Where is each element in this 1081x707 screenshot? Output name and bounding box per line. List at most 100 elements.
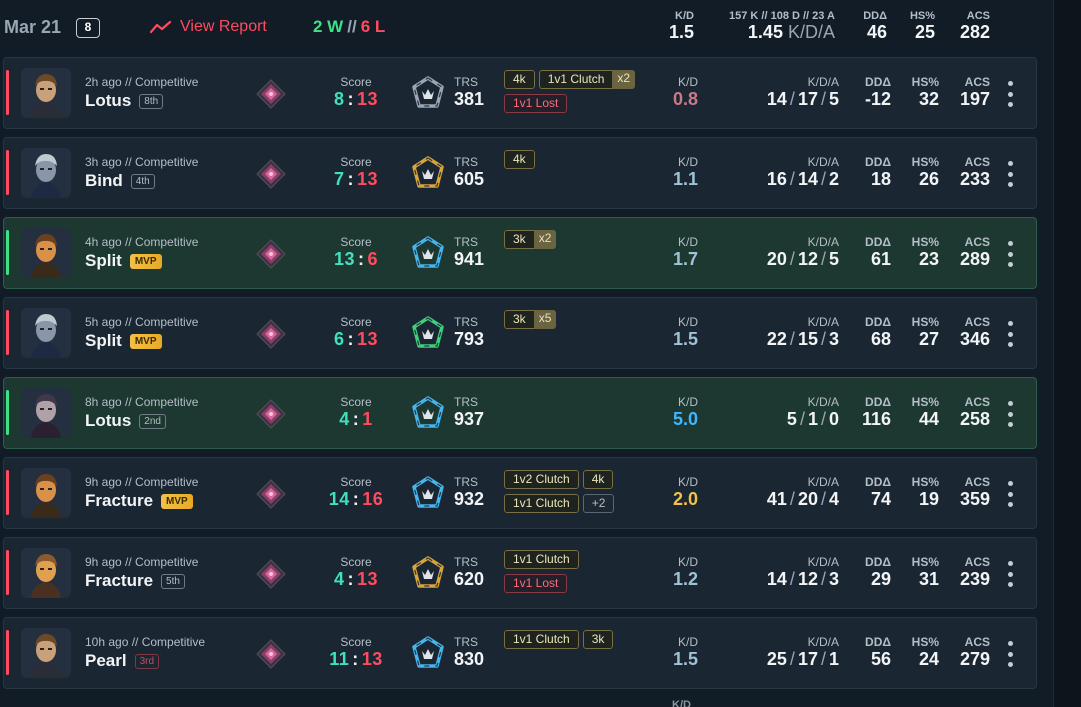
score-separator: : [358,249,365,269]
dd-stat: DDΔ -12 [854,75,891,110]
match-time: 10h ago // Competitive [85,635,206,649]
more-badges-button[interactable]: +2 [582,494,615,513]
day-dd-stat: DDΔ 46 [855,10,887,43]
dot [1007,641,1013,646]
agent-portrait [21,228,71,278]
agent-portrait [21,68,71,118]
hs-value: 27 [918,329,939,349]
dot [1007,91,1013,97]
more-options-icon[interactable] [1006,401,1014,427]
peek-kd-label: K/D [672,699,691,707]
kd-value: 1.2 [672,569,698,589]
trs-label: TRS [454,155,478,169]
match-row[interactable]: 3h ago // Competitive Bind 4th Score 7:13 T… [3,137,1037,209]
team-score: 4 [339,409,350,429]
agent-portrait [21,388,71,438]
badge-text: 4k [582,470,614,489]
day-kd-value: 1.5 [668,22,694,42]
kda-label: K/D/A [807,155,839,169]
more-options-icon[interactable] [1006,241,1014,267]
hs-stat: HS% 31 [904,555,939,590]
kda-separator: / [820,409,826,429]
score-label: Score [340,235,372,249]
acs-label: ACS [964,395,990,409]
badge-row: 3k x5 [504,310,654,329]
match-row[interactable]: 5h ago // Competitive Split MVP Score 6:13 … [3,297,1037,369]
day-kda-value: 1.45 [747,22,783,42]
match-score: Score 13:6 [314,235,398,270]
hs-label: HS% [911,635,939,649]
next-day-header-peek: K/D [0,697,1040,707]
trs-tier-icon [411,636,445,670]
trs-tier-icon [411,396,445,430]
agent-portrait [21,628,71,678]
enemy-score: 6 [367,249,379,269]
more-options-icon[interactable] [1006,81,1014,107]
dd-value: 61 [870,249,891,269]
placement-badge: 8th [139,93,164,109]
more-options-icon[interactable] [1006,561,1014,587]
match-row[interactable]: 9h ago // Competitive Fracture MVP Score 14… [3,457,1037,529]
deaths-value: 1 [807,409,818,429]
score-label: Score [340,475,372,489]
match-row[interactable]: 10h ago // Competitive Pearl 3rd Score 11:1… [3,617,1037,689]
score-label: Score [340,75,372,89]
kd-label: K/D [677,475,698,489]
dot [1007,102,1013,107]
kda-label: K/D/A [807,75,839,89]
result-indicator [6,310,9,355]
trs-stat: TRS 932 [454,475,484,510]
score-separator: : [347,569,354,589]
match-score: Score 4:13 [314,555,398,590]
kda-stat: K/D/A 16/14/2 [719,155,839,190]
match-row[interactable]: 9h ago // Competitive Fracture 5th Score 4:… [3,537,1037,609]
highlight-badge: 1v1 Clutch [504,550,579,569]
trs-tier-icon [411,556,445,590]
more-options-icon[interactable] [1006,161,1014,187]
map-name: Fracture 5th [85,571,185,591]
team-score: 7 [333,169,345,189]
more-options-icon[interactable] [1006,641,1014,667]
trs-value: 941 [454,249,485,269]
result-indicator [6,630,9,675]
kd-label: K/D [677,75,698,89]
kda-label: K/D/A [807,555,839,569]
dd-stat: DDΔ 68 [854,315,891,350]
kills-value: 41 [766,489,787,509]
score-label: Score [340,315,372,329]
placement-badge: 2nd [139,413,166,429]
match-score: Score 7:13 [314,155,398,190]
hs-value: 26 [918,169,939,189]
hs-stat: HS% 19 [904,475,939,510]
hs-stat: HS% 24 [904,635,939,670]
kills-value: 25 [766,649,787,669]
scrollbar-track[interactable] [1054,0,1081,707]
dd-label: DDΔ [865,155,891,169]
dot [1007,662,1013,667]
agent-portrait [21,308,71,358]
dot [1007,491,1013,497]
result-indicator [6,390,9,435]
highlight-badges: 1v1 Clutch 3k [504,630,654,654]
kda-value: 16/14/2 [719,169,839,190]
more-options-icon[interactable] [1006,481,1014,507]
rank-icon [256,479,286,509]
match-row[interactable]: 4h ago // Competitive Split MVP Score 13:6 … [3,217,1037,289]
hs-stat: HS% 27 [904,315,939,350]
acs-label: ACS [964,315,990,329]
hs-stat: HS% 23 [904,235,939,270]
match-row[interactable]: 2h ago // Competitive Lotus 8th Score 8:13 … [3,57,1037,129]
view-report-link[interactable]: View Report [150,18,267,36]
rank-icon [256,239,286,269]
more-options-icon[interactable] [1006,321,1014,347]
team-score: 6 [333,329,345,349]
kda-separator: / [820,249,826,269]
trs-value: 605 [454,169,485,189]
mvp-badge: MVP [129,253,162,269]
match-row[interactable]: 8h ago // Competitive Lotus 2nd Score 4:1 T… [3,377,1037,449]
dot [1007,481,1013,486]
match-score: Score 11:13 [314,635,398,670]
badge-multiplier: x2 [612,70,636,89]
match-time: 8h ago // Competitive [85,395,199,409]
deaths-value: 20 [797,489,818,509]
